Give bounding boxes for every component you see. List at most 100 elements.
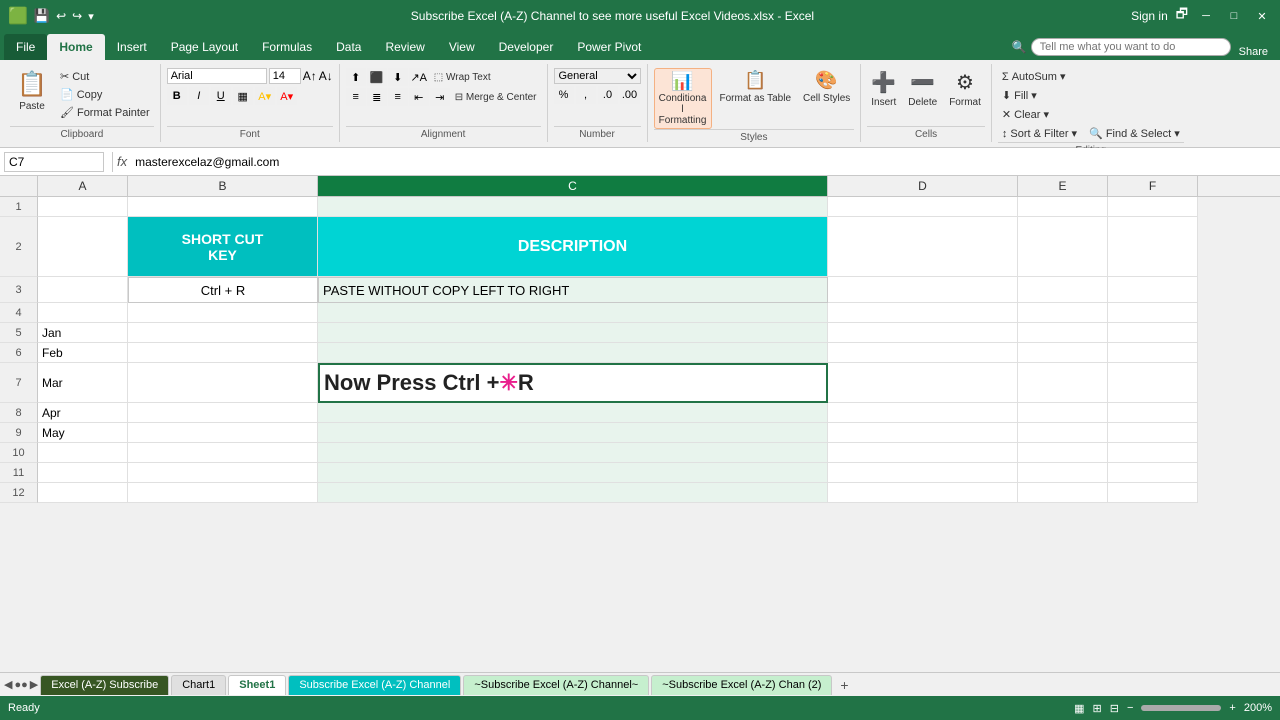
cell-d10[interactable] [828,443,1018,463]
cell-c12[interactable] [318,483,828,503]
paste-button[interactable]: 📋 Paste [10,68,54,114]
cell-e7[interactable] [1018,363,1108,403]
cell-a3[interactable] [38,277,128,303]
close-button[interactable]: ✕ [1252,6,1272,26]
cell-c7[interactable]: Now Press Ctrl +✳R [318,363,828,403]
add-sheet-button[interactable]: + [834,675,854,695]
cell-f10[interactable] [1108,443,1198,463]
cell-c9[interactable] [318,423,828,443]
cell-d12[interactable] [828,483,1018,503]
increase-font-icon[interactable]: A↑ [303,69,317,83]
wrap-text-button[interactable]: ⬚ Wrap Text [430,68,495,86]
view-page-layout-icon[interactable]: ⊞ [1093,702,1102,715]
align-left-button[interactable]: ≡ [346,88,366,106]
cell-c10[interactable] [318,443,828,463]
cell-a8[interactable]: Apr [38,403,128,423]
find-select-button[interactable]: 🔍 Find & Select ▾ [1085,125,1184,142]
cell-d6[interactable] [828,343,1018,363]
cell-styles-button[interactable]: 🎨 Cell Styles [799,68,854,106]
tab-data[interactable]: Data [324,34,373,60]
cell-c5[interactable] [318,323,828,343]
cut-button[interactable]: ✂ Cut [56,68,154,85]
cell-f8[interactable] [1108,403,1198,423]
font-size-input[interactable] [269,68,301,84]
cell-c11[interactable] [318,463,828,483]
row-header-12[interactable]: 12 [0,483,38,503]
tab-page-layout[interactable]: Page Layout [159,34,250,60]
cell-d11[interactable] [828,463,1018,483]
zoom-in-button[interactable]: + [1229,702,1235,714]
tab-developer[interactable]: Developer [487,34,566,60]
cell-a9[interactable]: May [38,423,128,443]
tab-file[interactable]: File [4,34,47,60]
minimize-button[interactable]: ─ [1196,6,1216,26]
cell-b10[interactable] [128,443,318,463]
cell-b8[interactable] [128,403,318,423]
align-top-button[interactable]: ⬆ [346,68,366,86]
zoom-slider[interactable] [1141,705,1221,711]
merge-center-button[interactable]: ⊟ Merge & Center [451,88,541,106]
cell-b5[interactable] [128,323,318,343]
sheet-tab-excel-az[interactable]: Excel (A-Z) Subscribe [40,675,169,695]
sheet-tab-chart1[interactable]: Chart1 [171,675,226,695]
align-right-button[interactable]: ≡ [388,88,408,106]
cell-b1[interactable] [128,197,318,217]
underline-button[interactable]: U [211,87,231,105]
cell-a1[interactable] [38,197,128,217]
cell-b2[interactable]: SHORT CUTKEY [128,217,318,277]
cell-a5[interactable]: Jan [38,323,128,343]
cell-a12[interactable] [38,483,128,503]
decrease-font-icon[interactable]: A↓ [319,69,333,83]
cell-f9[interactable] [1108,423,1198,443]
ribbon-layout-icon[interactable]: 🗗 [1176,5,1188,27]
cell-e12[interactable] [1018,483,1108,503]
align-middle-button[interactable]: ⬛ [367,68,387,86]
delete-button[interactable]: ➖ Delete [904,68,941,110]
row-header-7[interactable]: 7 [0,363,38,403]
sheet-tab-tilde-channel-2[interactable]: ~Subscribe Excel (A-Z) Chan (2) [651,675,832,695]
cell-a4[interactable] [38,303,128,323]
tab-home[interactable]: Home [47,34,104,60]
share-button[interactable]: Share [1231,44,1276,60]
cell-d1[interactable] [828,197,1018,217]
cell-b4[interactable] [128,303,318,323]
sheet-tab-tilde-channel[interactable]: ~Subscribe Excel (A-Z) Channel~ [463,675,649,695]
border-button[interactable]: ▦ [233,87,253,105]
cell-a10[interactable] [38,443,128,463]
redo-icon[interactable]: ↪ [72,9,82,23]
row-header-10[interactable]: 10 [0,443,38,463]
tab-view[interactable]: View [437,34,487,60]
format-painter-button[interactable]: 🖌 Format Painter [56,104,154,121]
cell-e2[interactable] [1018,217,1108,277]
col-header-d[interactable]: D [828,176,1018,196]
cell-b11[interactable] [128,463,318,483]
cell-e10[interactable] [1018,443,1108,463]
row-header-6[interactable]: 6 [0,343,38,363]
cell-c8[interactable] [318,403,828,423]
cell-a6[interactable]: Feb [38,343,128,363]
row-header-4[interactable]: 4 [0,303,38,323]
row-header-3[interactable]: 3 [0,277,38,303]
cell-d5[interactable] [828,323,1018,343]
col-header-f[interactable]: F [1108,176,1198,196]
increase-decimal-button[interactable]: .00 [620,86,640,104]
cell-e3[interactable] [1018,277,1108,303]
cell-d4[interactable] [828,303,1018,323]
cell-b9[interactable] [128,423,318,443]
font-name-input[interactable] [167,68,267,84]
maximize-button[interactable]: □ [1224,6,1244,26]
font-color-button[interactable]: A▾ [277,87,297,105]
zoom-out-button[interactable]: − [1127,702,1133,714]
cell-f1[interactable] [1108,197,1198,217]
sort-filter-button[interactable]: ↕ Sort & Filter ▾ [998,125,1081,142]
search-input[interactable] [1031,38,1231,56]
row-header-2[interactable]: 2 [0,217,38,277]
cell-a11[interactable] [38,463,128,483]
increase-indent-button[interactable]: ⇥ [430,88,450,106]
col-header-e[interactable]: E [1018,176,1108,196]
tab-formulas[interactable]: Formulas [250,34,324,60]
conditional-formatting-button[interactable]: 📊 Conditional Formatting [654,68,712,129]
row-header-5[interactable]: 5 [0,323,38,343]
cell-c3[interactable]: PASTE WITHOUT COPY LEFT TO RIGHT [318,277,828,303]
cell-f7[interactable] [1108,363,1198,403]
